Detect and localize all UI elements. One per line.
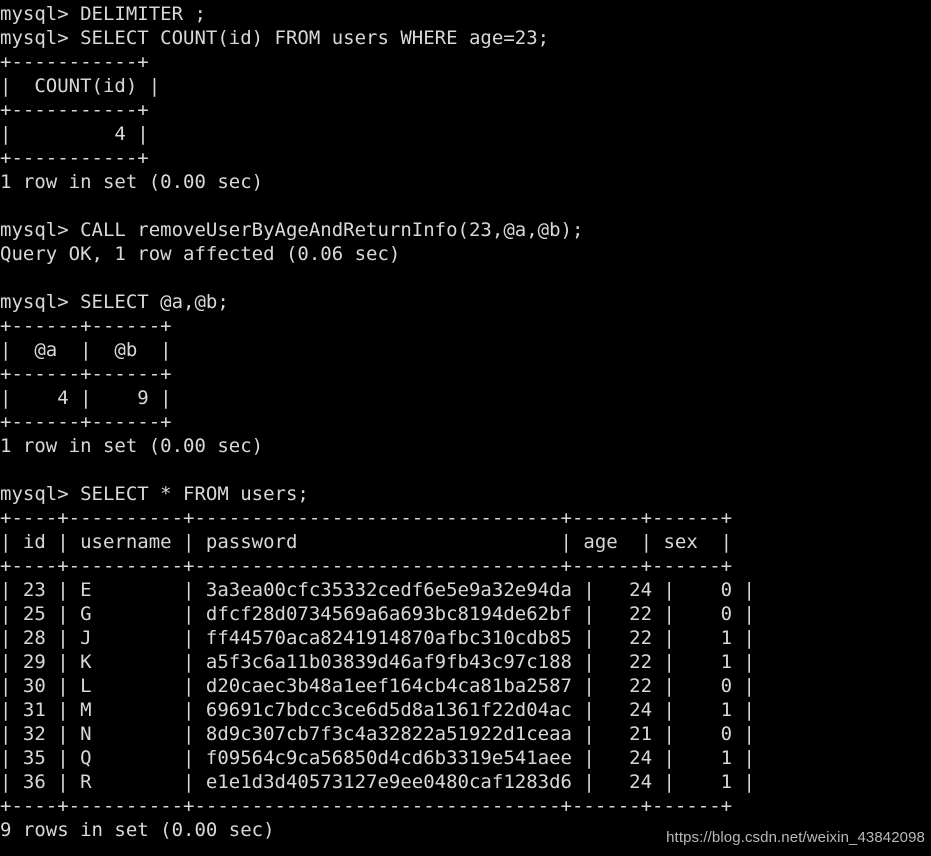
watermark-url: https://blog.csdn.net/weixin_43842098 (666, 829, 925, 846)
console-output: mysql> DELIMITER ; mysql> SELECT COUNT(i… (0, 3, 755, 841)
terminal-window[interactable]: mysql> DELIMITER ; mysql> SELECT COUNT(i… (0, 0, 931, 856)
